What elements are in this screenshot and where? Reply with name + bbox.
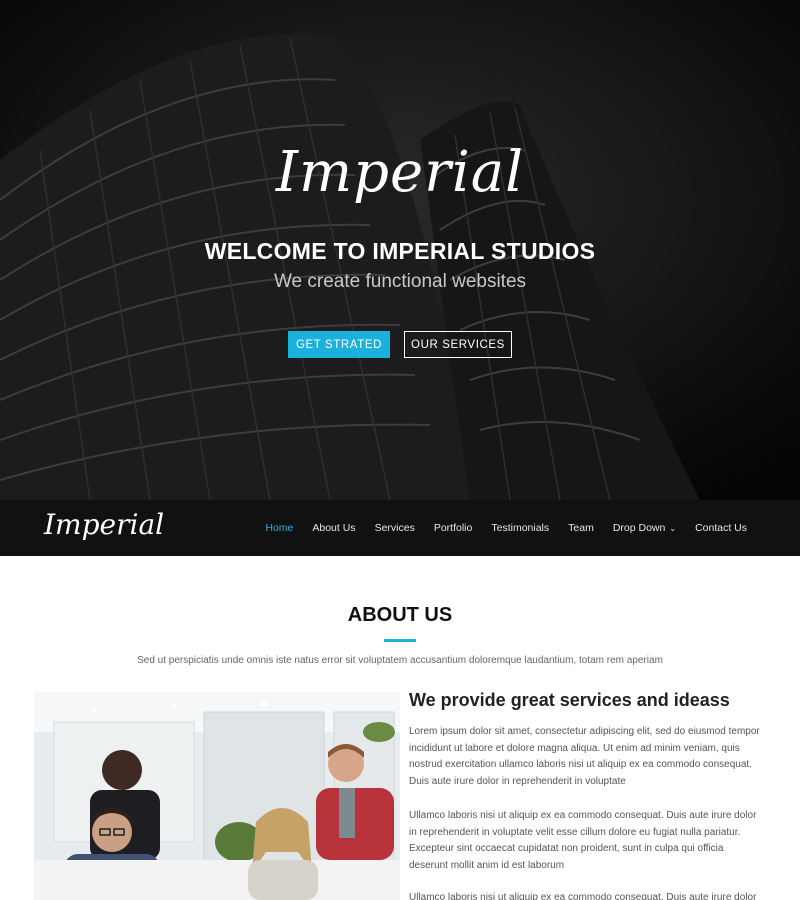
main-navbar: Imperial Home About Us Services Portfoli… xyxy=(0,500,800,556)
nav-item-team[interactable]: Team xyxy=(568,522,594,534)
team-photo xyxy=(34,692,400,900)
nav-item-home[interactable]: Home xyxy=(265,522,293,534)
about-paragraph-1: Lorem ipsum dolor sit amet, consectetur … xyxy=(409,726,760,787)
nav-item-portfolio[interactable]: Portfolio xyxy=(434,522,473,534)
nav-item-drop-down[interactable]: Drop Down ⌄ xyxy=(613,522,676,534)
about-paragraph-2: Ullamco laboris nisi ut aliquip ex ea co… xyxy=(409,810,757,871)
hero-logo: Imperial xyxy=(275,140,525,205)
nav-item-testimonials[interactable]: Testimonials xyxy=(491,522,549,534)
chevron-down-icon: ⌄ xyxy=(669,523,677,533)
services-heading: We provide great services and ideass xyxy=(409,690,730,710)
about-paragraph-3: Ullamco laboris nisi ut aliquip ex ea co… xyxy=(409,892,757,900)
hero-section: Imperial WELCOME TO IMPERIAL STUDIOS We … xyxy=(0,0,800,500)
navbar-logo[interactable]: Imperial xyxy=(44,508,164,541)
about-title-underline xyxy=(384,639,416,642)
hero-subtitle: We create functional websites xyxy=(273,271,527,292)
nav-item-services[interactable]: Services xyxy=(375,522,415,534)
about-description: Sed ut perspiciatis unde omnis iste natu… xyxy=(137,655,663,666)
nav-item-contact-us[interactable]: Contact Us xyxy=(695,522,747,534)
our-services-button[interactable]: OUR SERVICES xyxy=(404,331,512,358)
nav-menu: Home About Us Services Portfolio Testimo… xyxy=(246,500,747,556)
hero-title: WELCOME TO IMPERIAL STUDIOS xyxy=(204,238,596,264)
get-started-button[interactable]: GET STRATED xyxy=(288,331,390,358)
nav-item-drop-down-label: Drop Down xyxy=(612,522,666,534)
nav-item-about-us[interactable]: About Us xyxy=(312,522,355,534)
about-title: ABOUT US xyxy=(347,604,453,626)
